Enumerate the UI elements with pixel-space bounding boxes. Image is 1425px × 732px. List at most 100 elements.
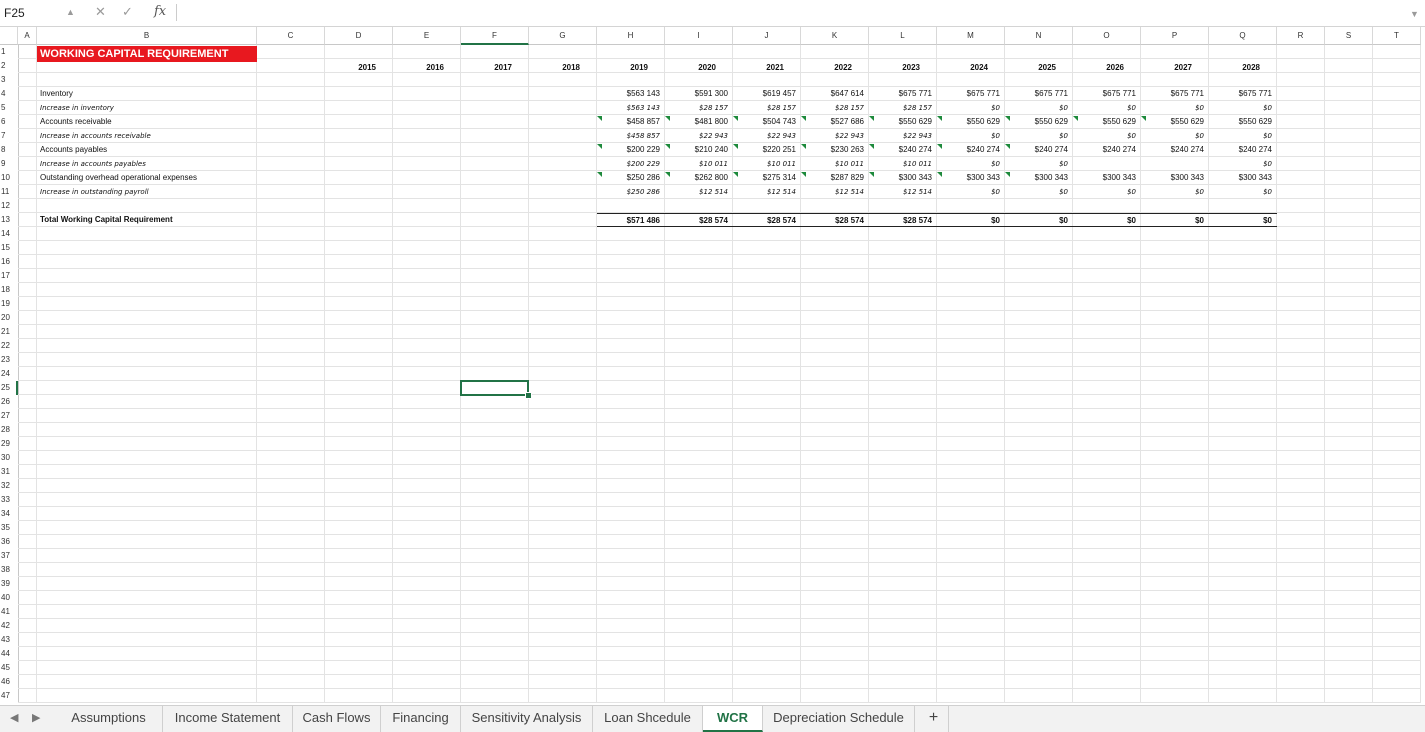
total-label[interactable]: Total Working Capital Requirement: [37, 213, 257, 227]
value-cell[interactable]: $0: [1209, 185, 1277, 199]
year-header-2021[interactable]: 2021: [733, 61, 801, 75]
value-cell[interactable]: $10 011: [869, 157, 937, 171]
year-header-2026[interactable]: 2026: [1073, 61, 1141, 75]
value-cell[interactable]: $240 274: [869, 143, 937, 157]
row-header-31[interactable]: 31: [0, 465, 18, 479]
column-header-k[interactable]: K: [801, 27, 869, 45]
value-cell[interactable]: $12 514: [801, 185, 869, 199]
column-header-c[interactable]: C: [257, 27, 325, 45]
column-header-n[interactable]: N: [1005, 27, 1073, 45]
value-cell[interactable]: $0: [1005, 101, 1073, 115]
column-header-o[interactable]: O: [1073, 27, 1141, 45]
row-label[interactable]: Accounts receivable: [37, 115, 257, 129]
year-header-2016[interactable]: 2016: [393, 61, 461, 75]
sheet-title[interactable]: WORKING CAPITAL REQUIREMENT: [37, 46, 257, 62]
value-cell[interactable]: $10 011: [733, 157, 801, 171]
row-header-37[interactable]: 37: [0, 549, 18, 563]
column-header-r[interactable]: R: [1277, 27, 1325, 45]
value-cell[interactable]: $675 771: [1141, 87, 1209, 101]
value-cell[interactable]: $675 771: [1073, 87, 1141, 101]
value-cell[interactable]: [1073, 157, 1141, 171]
row-label[interactable]: Inventory: [37, 87, 257, 101]
sheet-tab-wcr[interactable]: WCR: [703, 706, 763, 732]
scroll-right-icon[interactable]: ▶: [32, 711, 40, 724]
value-cell[interactable]: $0: [1005, 157, 1073, 171]
row-header-23[interactable]: 23: [0, 353, 18, 367]
value-cell[interactable]: $563 143: [597, 101, 665, 115]
row-header-22[interactable]: 22: [0, 339, 18, 353]
value-cell[interactable]: $0: [1005, 129, 1073, 143]
row-header-7[interactable]: 7: [0, 129, 18, 143]
sheet-tab-financing[interactable]: Financing: [381, 706, 461, 732]
row-header-21[interactable]: 21: [0, 325, 18, 339]
total-value-cell[interactable]: $0: [1005, 213, 1073, 227]
value-cell[interactable]: $0: [1209, 101, 1277, 115]
function-icon[interactable]: fx: [154, 4, 166, 20]
add-sheet-icon[interactable]: +: [919, 706, 949, 732]
value-cell[interactable]: $0: [937, 101, 1005, 115]
row-header-43[interactable]: 43: [0, 633, 18, 647]
row-header-30[interactable]: 30: [0, 451, 18, 465]
value-cell[interactable]: $300 343: [1005, 171, 1073, 185]
value-cell[interactable]: $300 343: [1209, 171, 1277, 185]
row-header-11[interactable]: 11: [0, 185, 18, 199]
row-header-35[interactable]: 35: [0, 521, 18, 535]
value-cell[interactable]: $550 629: [1209, 115, 1277, 129]
cancel-icon[interactable]: ✕: [95, 4, 106, 20]
column-header-d[interactable]: D: [325, 27, 393, 45]
row-header-27[interactable]: 27: [0, 409, 18, 423]
value-cell[interactable]: $200 229: [597, 143, 665, 157]
row-header-5[interactable]: 5: [0, 101, 18, 115]
row-header-15[interactable]: 15: [0, 241, 18, 255]
value-cell[interactable]: $210 240: [665, 143, 733, 157]
value-cell[interactable]: $262 800: [665, 171, 733, 185]
value-cell[interactable]: $10 011: [665, 157, 733, 171]
value-cell[interactable]: $275 314: [733, 171, 801, 185]
value-cell[interactable]: $28 157: [801, 101, 869, 115]
value-cell[interactable]: $28 157: [665, 101, 733, 115]
total-value-cell[interactable]: $0: [937, 213, 1005, 227]
value-cell[interactable]: $0: [1005, 185, 1073, 199]
value-cell[interactable]: $675 771: [869, 87, 937, 101]
total-value-cell[interactable]: $28 574: [665, 213, 733, 227]
value-cell[interactable]: $220 251: [733, 143, 801, 157]
row-header-39[interactable]: 39: [0, 577, 18, 591]
column-header-q[interactable]: Q: [1209, 27, 1277, 45]
value-cell[interactable]: $458 857: [597, 115, 665, 129]
row-header-33[interactable]: 33: [0, 493, 18, 507]
row-header-2[interactable]: 2: [0, 59, 18, 73]
value-cell[interactable]: $250 286: [597, 185, 665, 199]
column-header-l[interactable]: L: [869, 27, 937, 45]
total-value-cell[interactable]: $571 486: [597, 213, 665, 227]
row-header-19[interactable]: 19: [0, 297, 18, 311]
sheet-tab-depreciation-schedule[interactable]: Depreciation Schedule: [763, 706, 915, 732]
value-cell[interactable]: $300 343: [937, 171, 1005, 185]
value-cell[interactable]: $0: [1073, 185, 1141, 199]
value-cell[interactable]: $550 629: [937, 115, 1005, 129]
year-header-2027[interactable]: 2027: [1141, 61, 1209, 75]
total-value-cell[interactable]: $28 574: [801, 213, 869, 227]
total-value-cell[interactable]: $0: [1073, 213, 1141, 227]
value-cell[interactable]: $300 343: [1141, 171, 1209, 185]
year-header-2024[interactable]: 2024: [937, 61, 1005, 75]
year-header-2023[interactable]: 2023: [869, 61, 937, 75]
column-header-h[interactable]: H: [597, 27, 665, 45]
value-cell[interactable]: $250 286: [597, 171, 665, 185]
value-cell[interactable]: $22 943: [801, 129, 869, 143]
value-cell[interactable]: $0: [1141, 129, 1209, 143]
value-cell[interactable]: $300 343: [869, 171, 937, 185]
year-header-2028[interactable]: 2028: [1209, 61, 1277, 75]
row-header-34[interactable]: 34: [0, 507, 18, 521]
column-header-p[interactable]: P: [1141, 27, 1209, 45]
value-cell[interactable]: $550 629: [869, 115, 937, 129]
row-header-26[interactable]: 26: [0, 395, 18, 409]
value-cell[interactable]: $12 514: [733, 185, 801, 199]
total-value-cell[interactable]: $0: [1141, 213, 1209, 227]
value-cell[interactable]: $550 629: [1005, 115, 1073, 129]
value-cell[interactable]: $675 771: [937, 87, 1005, 101]
name-box-dropdown-icon[interactable]: ▲: [66, 4, 75, 20]
total-value-cell[interactable]: $0: [1209, 213, 1277, 227]
column-header-f[interactable]: F: [461, 27, 529, 45]
row-header-47[interactable]: 47: [0, 689, 18, 703]
value-cell[interactable]: $619 457: [733, 87, 801, 101]
